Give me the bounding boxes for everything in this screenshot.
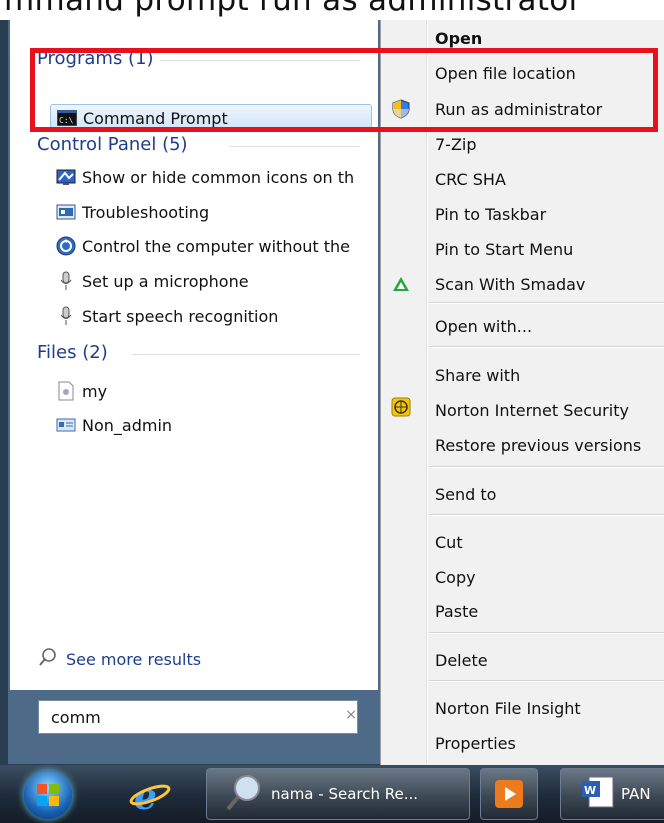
see-more-label: See more results [66, 649, 202, 669]
menu-item-norton-internet-security[interactable]: Norton Internet Security [435, 395, 629, 425]
menu-item-open-with[interactable]: Open with... [435, 311, 532, 341]
result-label: Control the computer without the [82, 236, 351, 256]
clear-search-icon[interactable]: × [345, 707, 357, 723]
menu-item-run-as-administrator[interactable]: Run as administrator [435, 94, 602, 124]
svg-text:C:\: C:\ [59, 116, 74, 125]
menu-separator [429, 680, 664, 682]
microphone-icon [56, 271, 76, 291]
menu-item-restore-previous-versions[interactable]: Restore previous versions [435, 430, 641, 460]
menu-item-paste[interactable]: Paste [435, 596, 478, 626]
search-results-panel: Programs (1) C:\ Command Prompt Control … [10, 20, 378, 690]
section-divider [160, 60, 360, 61]
result-show-hide-icons[interactable]: Show or hide common icons on th [56, 162, 378, 192]
taskbar-media-player[interactable] [480, 768, 538, 820]
media-player-icon [495, 780, 523, 808]
taskbar-search-results-window[interactable]: nama - Search Re... [206, 768, 470, 820]
uac-shield-icon [389, 97, 413, 121]
section-divider [132, 354, 360, 355]
programs-header: Programs (1) [37, 48, 154, 69]
context-menu: Open Open file location Run as administr… [380, 20, 664, 765]
start-search-input[interactable]: comm × [38, 700, 358, 734]
magnifier-icon [38, 647, 58, 671]
menu-separator [429, 346, 664, 348]
see-more-results-link[interactable]: See more results [38, 647, 201, 671]
menu-item-open-file-location[interactable]: Open file location [435, 58, 576, 88]
menu-item-copy[interactable]: Copy [435, 562, 476, 592]
menu-item-properties[interactable]: Properties [435, 728, 516, 758]
result-label: Command Prompt [83, 108, 228, 128]
result-label: Start speech recognition [82, 306, 279, 326]
desktop-icons-icon [56, 167, 76, 187]
menu-item-crc-sha[interactable]: CRC SHA [435, 164, 506, 194]
result-label: Non_admin [82, 415, 173, 435]
file-icon [56, 381, 76, 401]
menu-separator [429, 514, 664, 516]
caption-text: mmand prompt run as administrator [4, 0, 582, 18]
shortcut-icon [56, 415, 76, 435]
taskbar-search-label: nama - Search Re... [271, 785, 419, 803]
smadav-icon [389, 272, 413, 296]
windows-logo-icon [37, 784, 59, 806]
start-button[interactable] [24, 771, 72, 819]
menu-item-pin-to-taskbar[interactable]: Pin to Taskbar [435, 199, 546, 229]
result-label: Troubleshooting [82, 202, 210, 222]
internet-explorer-icon[interactable]: e [128, 776, 172, 818]
menu-separator [429, 466, 664, 468]
menu-item-7zip[interactable]: 7-Zip [435, 129, 477, 159]
search-window-icon [223, 772, 263, 816]
taskbar-word-window[interactable]: W PAN [560, 768, 664, 820]
result-troubleshooting[interactable]: Troubleshooting [56, 197, 378, 227]
menu-separator [429, 302, 664, 304]
result-file-my[interactable]: my [56, 376, 378, 406]
menu-separator [429, 632, 664, 634]
microphone-icon [56, 306, 76, 326]
norton-icon [389, 395, 413, 419]
menu-item-open[interactable]: Open [435, 23, 482, 53]
menu-gutter-highlight [427, 20, 428, 765]
files-header: Files (2) [37, 342, 108, 363]
menu-item-send-to[interactable]: Send to [435, 479, 496, 509]
result-control-without-mouse[interactable]: Control the computer without the [56, 231, 378, 261]
cmd-icon: C:\ [57, 108, 77, 128]
taskbar: e nama - Search Re... W PAN [0, 765, 664, 823]
menu-item-norton-file-insight[interactable]: Norton File Insight [435, 693, 581, 723]
menu-item-pin-to-start-menu[interactable]: Pin to Start Menu [435, 234, 573, 264]
troubleshooting-icon [56, 202, 76, 222]
menu-item-cut[interactable]: Cut [435, 527, 463, 557]
word-icon: W [581, 775, 615, 813]
menu-item-delete[interactable]: Delete [435, 645, 488, 675]
taskbar-word-label: PAN [621, 785, 651, 803]
control-panel-header: Control Panel (5) [37, 134, 188, 155]
result-label: my [82, 381, 108, 401]
menu-item-scan-with-smadav[interactable]: Scan With Smadav [435, 269, 585, 299]
menu-item-share-with[interactable]: Share with [435, 360, 520, 390]
result-speech-recognition[interactable]: Start speech recognition [56, 301, 378, 331]
result-label: Show or hide common icons on th [82, 167, 355, 187]
ease-of-access-icon [56, 236, 76, 256]
caption-text-strip: mmand prompt run as administrator [0, 0, 664, 20]
search-value: comm [51, 708, 101, 727]
result-command-prompt[interactable]: C:\ Command Prompt [50, 104, 372, 132]
section-divider [230, 146, 360, 147]
result-file-non-admin[interactable]: Non_admin [56, 410, 378, 440]
result-label: Set up a microphone [82, 271, 249, 291]
result-set-up-microphone[interactable]: Set up a microphone [56, 266, 378, 296]
svg-text:W: W [584, 784, 596, 797]
